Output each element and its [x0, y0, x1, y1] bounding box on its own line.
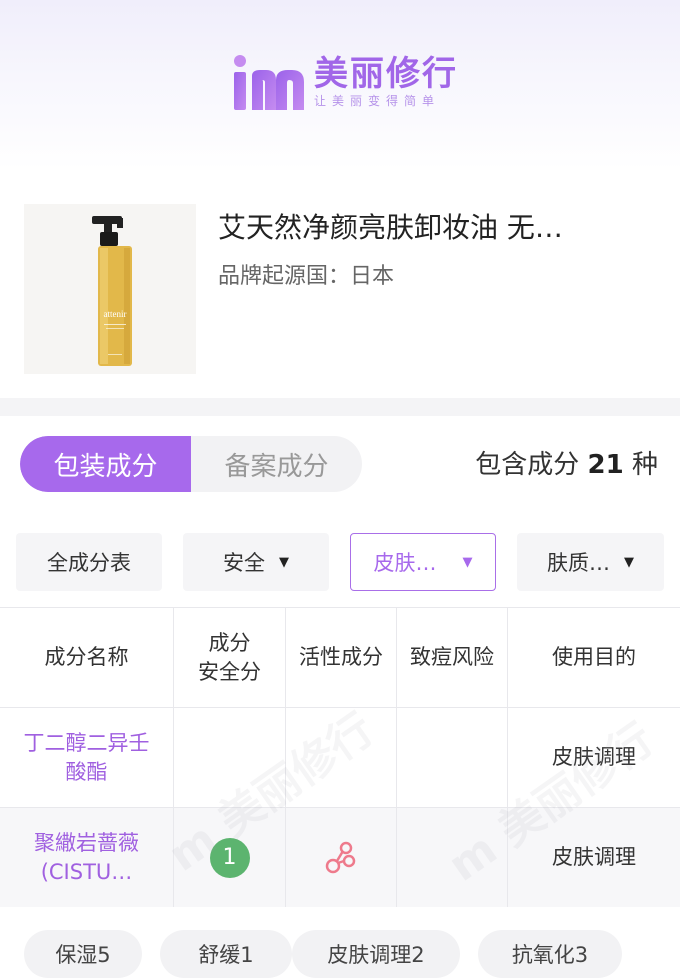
table-header-row: 成分名称 成分 安全分 活性成分 致痘风险 使用目的 [0, 607, 680, 707]
brand-logo: 美丽修行 让美丽变得简单 [232, 54, 458, 110]
section-divider [0, 398, 680, 416]
purpose-tag-skin-conditioning[interactable]: 皮肤调理2 [292, 930, 460, 978]
product-image[interactable]: attenir [24, 204, 196, 374]
purpose-tag-bar: 保湿5 舒缓1 皮肤调理2 抗氧化3 [24, 930, 664, 980]
ingredient-name-link[interactable]: 聚繖岩蔷薇(CISTU… [0, 829, 173, 887]
molecule-icon [325, 841, 356, 873]
header-active-ingredient: 活性成分 [286, 608, 397, 707]
product-bottle-illustration: attenir [24, 204, 196, 374]
table-row[interactable]: 聚繖岩蔷薇(CISTU… 1 皮肤调理 [0, 807, 680, 907]
caret-down-icon: ▼ [462, 554, 473, 570]
origin-label: 品牌起源国： [218, 264, 351, 289]
table-row[interactable]: 丁二醇二异壬酸酯 皮肤调理 [0, 707, 680, 807]
filter-full-list-button[interactable]: 全成分表 [16, 533, 162, 591]
safety-score-cell [174, 708, 286, 807]
filter-label: 安全 [223, 551, 265, 575]
header-banner: 美丽修行 让美丽变得简单 [0, 0, 680, 170]
count-suffix: 种 [631, 450, 658, 480]
filter-label: 肤质… [547, 551, 610, 575]
header-acne-risk: 致痘风险 [397, 608, 508, 707]
header-ingredient-name: 成分名称 [0, 608, 174, 707]
brand-logo-icon [234, 55, 304, 110]
filter-bar: 全成分表 安全 ▼ 皮肤… ▼ 肤质… ▼ [16, 533, 664, 591]
ingredient-name-cell[interactable]: 丁二醇二异壬酸酯 [0, 708, 174, 807]
purpose-cell: 皮肤调理 [552, 845, 636, 869]
header-safety-score: 成分 安全分 [174, 608, 286, 707]
caret-down-icon: ▼ [279, 554, 289, 570]
brand-slogan: 让美丽变得简单 [314, 94, 441, 108]
purpose-tag-moisturizing[interactable]: 保湿5 [24, 930, 142, 978]
active-ingredient-cell [286, 708, 397, 807]
product-label-text: attenir [104, 309, 127, 319]
ingredient-name-link[interactable]: 丁二醇二异壬酸酯 [0, 729, 173, 787]
acne-risk-cell [397, 808, 508, 907]
ingredient-table: 成分名称 成分 安全分 活性成分 致痘风险 使用目的 丁二醇二异壬酸酯 皮肤调理… [0, 607, 680, 907]
safety-score-badge: 1 [209, 837, 250, 878]
ingredient-name-cell[interactable]: 聚繖岩蔷薇(CISTU… [0, 808, 174, 907]
active-ingredient-cell [286, 808, 397, 907]
purpose-tag-antioxidant[interactable]: 抗氧化3 [478, 930, 622, 978]
purpose-cell: 皮肤调理 [552, 745, 636, 769]
ingredient-tabs: 包装成分 备案成分 [20, 436, 362, 492]
safety-score-cell: 1 [174, 808, 286, 907]
brand-name: 美丽修行 [314, 54, 458, 94]
acne-risk-cell [397, 708, 508, 807]
filter-label: 全成分表 [47, 551, 131, 575]
purpose-tag-soothing[interactable]: 舒缓1 [160, 930, 292, 978]
tab-packaging-ingredients[interactable]: 包装成分 [20, 436, 191, 492]
count-prefix: 包含成分 [475, 450, 580, 480]
count-number: 21 [587, 450, 624, 480]
filter-skin-dropdown[interactable]: 皮肤… ▼ [350, 533, 496, 591]
caret-down-icon: ▼ [624, 554, 634, 570]
filter-skin-type-dropdown[interactable]: 肤质… ▼ [517, 533, 664, 591]
filter-safety-dropdown[interactable]: 安全 ▼ [183, 533, 329, 591]
header-purpose: 使用目的 [552, 645, 636, 669]
tab-filed-ingredients[interactable]: 备案成分 [191, 436, 362, 492]
filter-label: 皮肤… [373, 551, 437, 575]
product-origin: 品牌起源国：日本 [218, 262, 394, 292]
origin-value: 日本 [350, 264, 395, 289]
product-title: 艾天然净颜亮肤卸妆油 无… [218, 211, 563, 244]
ingredient-count: 包含成分 21 种 [475, 448, 658, 482]
